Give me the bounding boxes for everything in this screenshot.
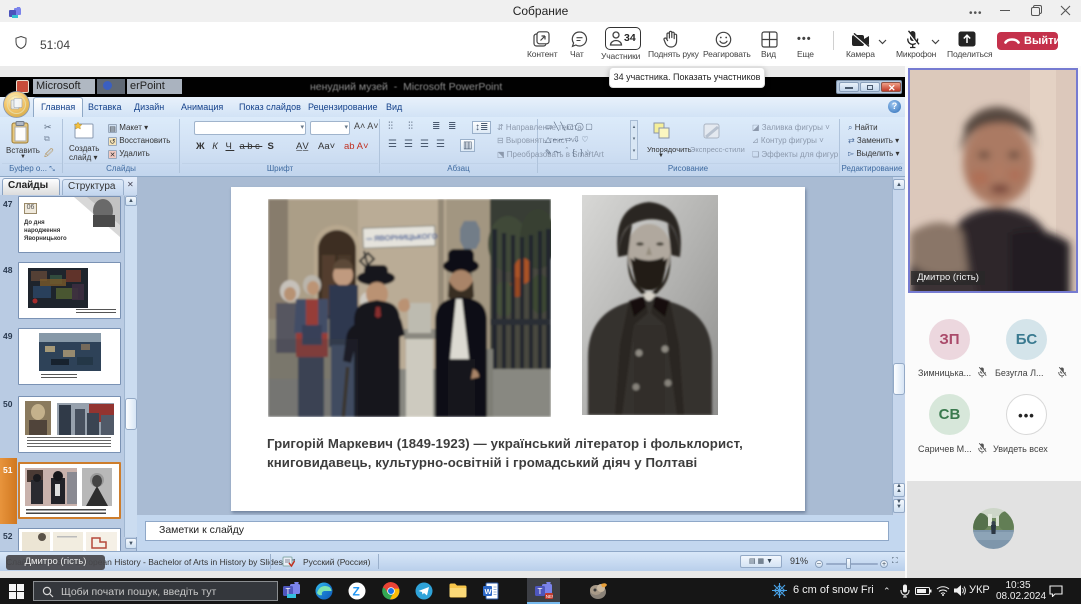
svg-text:T: T xyxy=(538,587,543,596)
svg-text:NEW: NEW xyxy=(546,594,553,599)
svg-text:W: W xyxy=(485,587,493,596)
svg-text:Z: Z xyxy=(353,585,360,599)
